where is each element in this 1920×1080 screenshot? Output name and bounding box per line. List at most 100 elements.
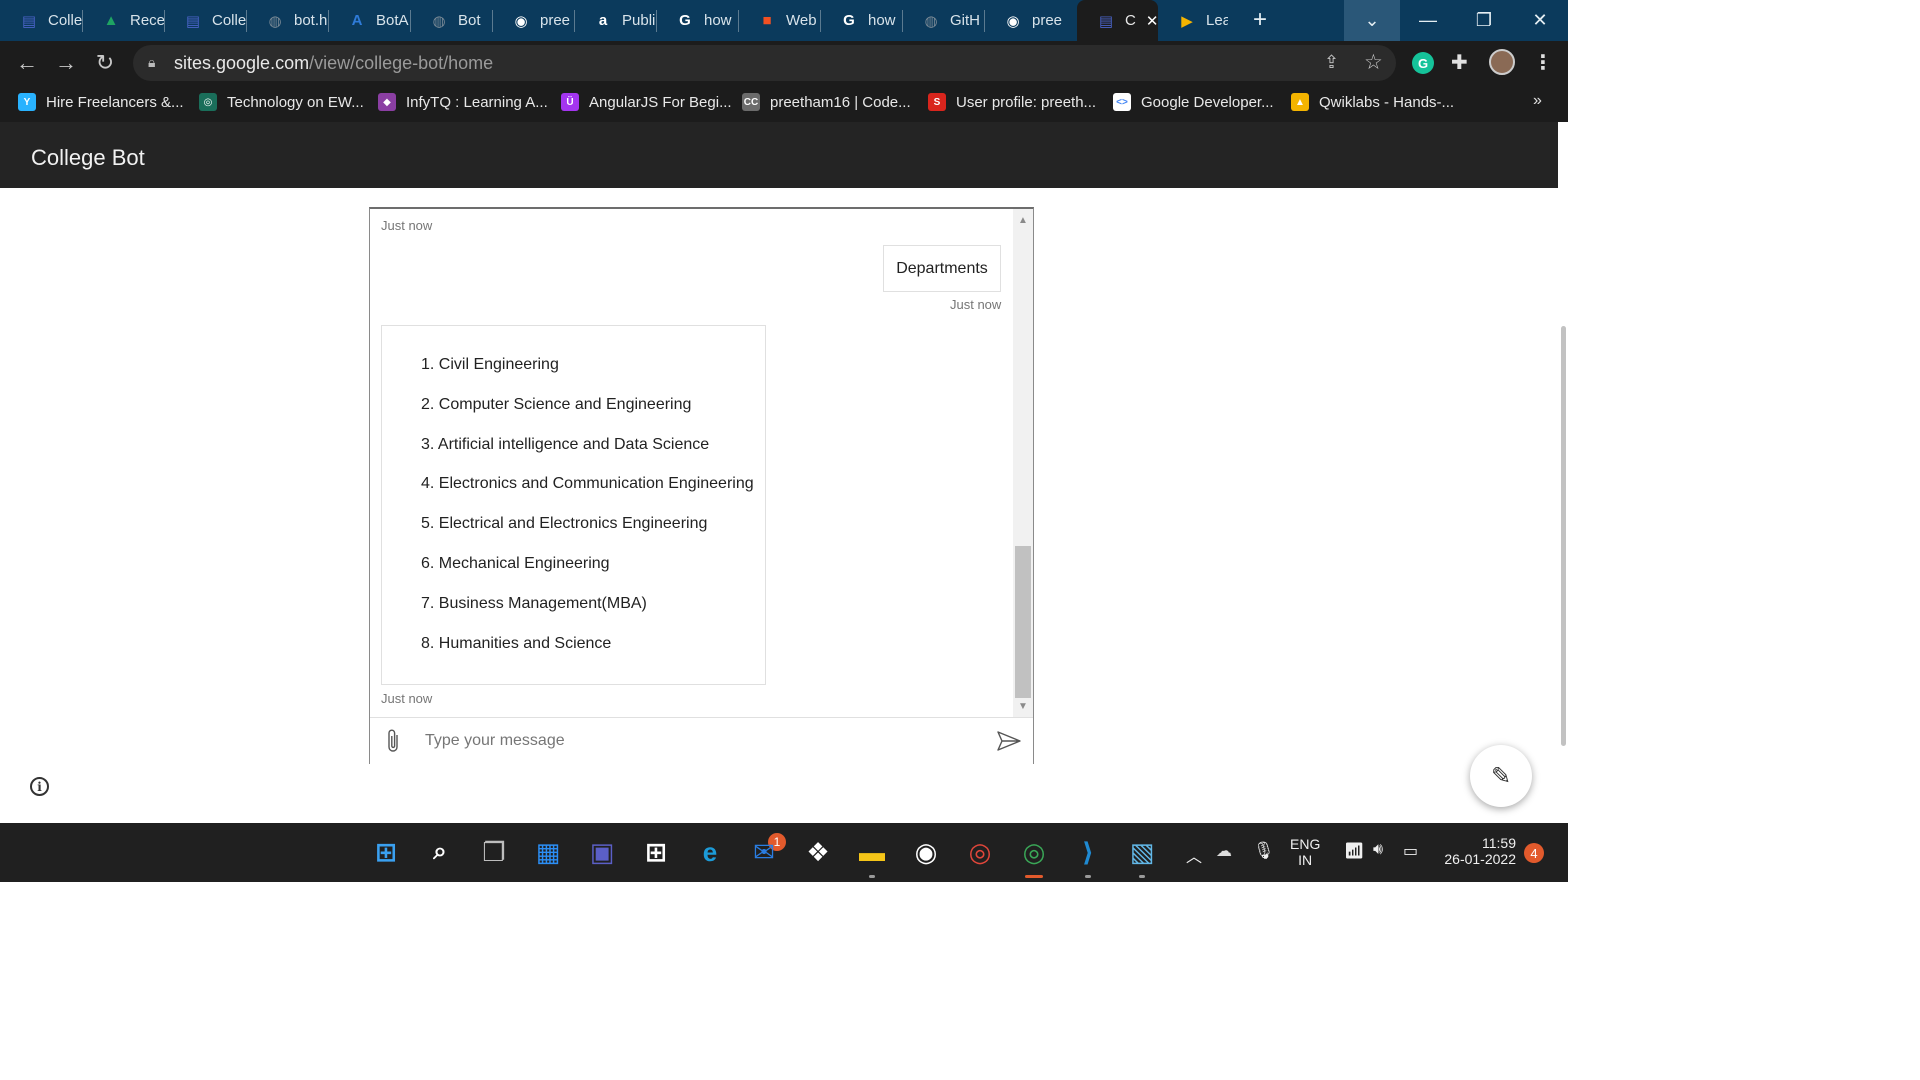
- vscode-icon[interactable]: ⟩: [1073, 837, 1103, 867]
- url-text[interactable]: sites.google.com/view/college-bot/home: [174, 53, 493, 74]
- widgets-icon[interactable]: ▦: [533, 837, 563, 867]
- task-view-icon[interactable]: ❐: [479, 837, 509, 867]
- mail-icon[interactable]: ✉: [749, 837, 779, 867]
- bookmark-star-icon[interactable]: ☆: [1364, 50, 1383, 75]
- extensions-puzzle-icon[interactable]: ✚: [1451, 50, 1468, 75]
- restore-button[interactable]: ❐: [1456, 0, 1512, 41]
- globe-icon: ◍: [432, 12, 446, 30]
- department-list-item: 3. Artificial intelligence and Data Scie…: [421, 435, 710, 453]
- browser-tab[interactable]: ▶ Learr: [1158, 0, 1228, 41]
- browser-tab[interactable]: ◍ GitH: [902, 0, 984, 41]
- udemy-icon: Ü: [561, 93, 579, 111]
- bookmark-label: preetham16 | Code...: [770, 93, 911, 111]
- browser-tab[interactable]: ▤ Colle: [164, 0, 246, 41]
- language-indicator[interactable]: ENG IN: [1290, 836, 1320, 868]
- qwiklabs-icon: ▲: [1291, 93, 1309, 111]
- info-icon[interactable]: i: [30, 777, 49, 796]
- tab-label: GitH: [950, 12, 980, 29]
- chrome-icon[interactable]: ◎: [965, 837, 995, 867]
- browser-tab[interactable]: ▤ Colle: [0, 0, 82, 41]
- page-scrollbar-thumb[interactable]: [1561, 326, 1566, 746]
- browser-tab[interactable]: ◉ pree: [984, 0, 1077, 41]
- microsoft-store-icon[interactable]: ⊞: [641, 837, 671, 867]
- codechef-icon: CC: [742, 93, 760, 111]
- tray-overflow-chevron-icon[interactable]: ︿: [1186, 843, 1202, 867]
- bookmark-item[interactable]: ◎ Technology on EW...: [199, 93, 364, 111]
- tab-label: BotA: [376, 12, 409, 29]
- forward-arrow-icon[interactable]: →: [52, 49, 80, 77]
- bookmarks-overflow-button[interactable]: »: [1533, 92, 1542, 110]
- bookmark-item[interactable]: S User profile: preeth...: [928, 93, 1096, 111]
- browser-tab[interactable]: a Publi: [574, 0, 656, 41]
- windows-start-icon[interactable]: ⊞: [371, 837, 401, 867]
- send-icon[interactable]: [996, 730, 1022, 752]
- reload-icon[interactable]: ↻: [91, 49, 119, 77]
- department-list-item: 8. Humanities and Science: [421, 634, 612, 652]
- browser-tab[interactable]: ▤ C ✕: [1077, 0, 1158, 41]
- tab-search-button[interactable]: ⌄: [1344, 0, 1400, 41]
- paperclip-icon[interactable]: [384, 728, 402, 754]
- browser-tab-strip: ▤ Colle ▲ Rece ▤ Colle ◍ bot.h A BotA ◍ Bot ◉ pree a Pu…: [0, 0, 1568, 41]
- department-list-item: 6. Mechanical Engineering: [421, 555, 610, 572]
- browser-tab[interactable]: ▲ Rece: [82, 0, 164, 41]
- virtualbox-icon[interactable]: ▧: [1127, 837, 1157, 867]
- teams-chat-icon[interactable]: ▣: [587, 837, 617, 867]
- browser-tab[interactable]: A BotA: [328, 0, 410, 41]
- globe-icon: ◍: [924, 12, 938, 30]
- share-icon[interactable]: ⇪: [1324, 52, 1339, 73]
- chat-widget: Just now Departments Just now 1. Civil E…: [369, 207, 1034, 764]
- bookmark-label: Qwiklabs - Hands-...: [1319, 93, 1455, 111]
- bot-message-timestamp: Just now: [381, 691, 433, 706]
- edge-icon[interactable]: e: [695, 837, 725, 867]
- scroll-down-arrow-icon[interactable]: ▼: [1017, 701, 1029, 712]
- bookmark-item[interactable]: <> Google Developer...: [1113, 93, 1274, 111]
- file-explorer-icon[interactable]: ▬: [857, 837, 887, 867]
- chrome-profile-icon[interactable]: ◎: [1019, 837, 1049, 867]
- edit-pencil-fab[interactable]: ✎: [1470, 745, 1532, 807]
- bookmark-label: Hire Freelancers &...: [46, 93, 184, 111]
- browser-tab[interactable]: ■ Web: [738, 0, 820, 41]
- browser-tab[interactable]: Ghow: [820, 0, 902, 41]
- grammarly-extension-icon[interactable]: G: [1412, 52, 1434, 74]
- bookmark-item[interactable]: ◆ InfyTQ : Learning A...: [378, 93, 548, 111]
- new-tab-button[interactable]: +: [1253, 6, 1267, 34]
- battery-icon[interactable]: ▭: [1403, 841, 1418, 861]
- github-icon: ◉: [514, 12, 528, 30]
- site-title[interactable]: College Bot: [31, 145, 145, 171]
- dropbox-icon[interactable]: ❖: [803, 837, 833, 867]
- onedrive-cloud-icon[interactable]: ☁: [1216, 841, 1232, 861]
- bookmark-item[interactable]: Ü AngularJS For Begi...: [561, 93, 732, 111]
- address-bar[interactable]: 🔒︎ sites.google.com/view/college-bot/hom…: [133, 45, 1396, 81]
- wifi-icon[interactable]: 📶︎: [1344, 841, 1364, 861]
- bookmark-item[interactable]: ▲ Qwiklabs - Hands-...: [1291, 93, 1454, 111]
- message-input[interactable]: [425, 728, 985, 754]
- chat-scrollbar-thumb[interactable]: [1015, 546, 1031, 698]
- clock[interactable]: 11:59 26-01-2022: [1440, 835, 1516, 867]
- minimize-button[interactable]: —: [1400, 0, 1456, 41]
- department-list-item: 4. Electronics and Communication Enginee…: [421, 475, 754, 493]
- bookmark-item[interactable]: Y Hire Freelancers &...: [18, 93, 184, 111]
- volume-icon[interactable]: 🔊︎: [1373, 841, 1383, 859]
- github-desktop-icon[interactable]: ◉: [911, 837, 941, 867]
- search-icon[interactable]: ⌕: [425, 837, 455, 867]
- department-list-item: 2. Computer Science and Engineering: [421, 395, 692, 413]
- tab-label: how: [704, 12, 732, 29]
- tab-label: Rece: [130, 12, 164, 29]
- menu-kebab-icon[interactable]: ⋮: [1533, 50, 1553, 75]
- scroll-up-arrow-icon[interactable]: ▲: [1017, 215, 1029, 226]
- close-tab-icon[interactable]: ✕: [1146, 12, 1158, 30]
- chat-input-row: [370, 717, 1033, 764]
- browser-tab[interactable]: ◍ Bot: [410, 0, 492, 41]
- running-indicator: [1139, 875, 1145, 878]
- microphone-icon[interactable]: 🎙︎: [1253, 841, 1275, 861]
- back-arrow-icon[interactable]: ←: [13, 49, 41, 77]
- user-message-bubble: Departments: [883, 245, 1001, 292]
- profile-avatar[interactable]: [1489, 49, 1515, 75]
- bookmark-item[interactable]: CC preetham16 | Code...: [742, 93, 911, 111]
- google-drive-icon: ▲: [103, 12, 119, 29]
- browser-tab[interactable]: ◉ pree: [492, 0, 574, 41]
- notification-count-badge[interactable]: 4: [1524, 843, 1544, 863]
- browser-tab[interactable]: ◍ bot.h: [246, 0, 328, 41]
- close-window-button[interactable]: ✕: [1512, 0, 1568, 41]
- browser-tab[interactable]: Ghow: [656, 0, 738, 41]
